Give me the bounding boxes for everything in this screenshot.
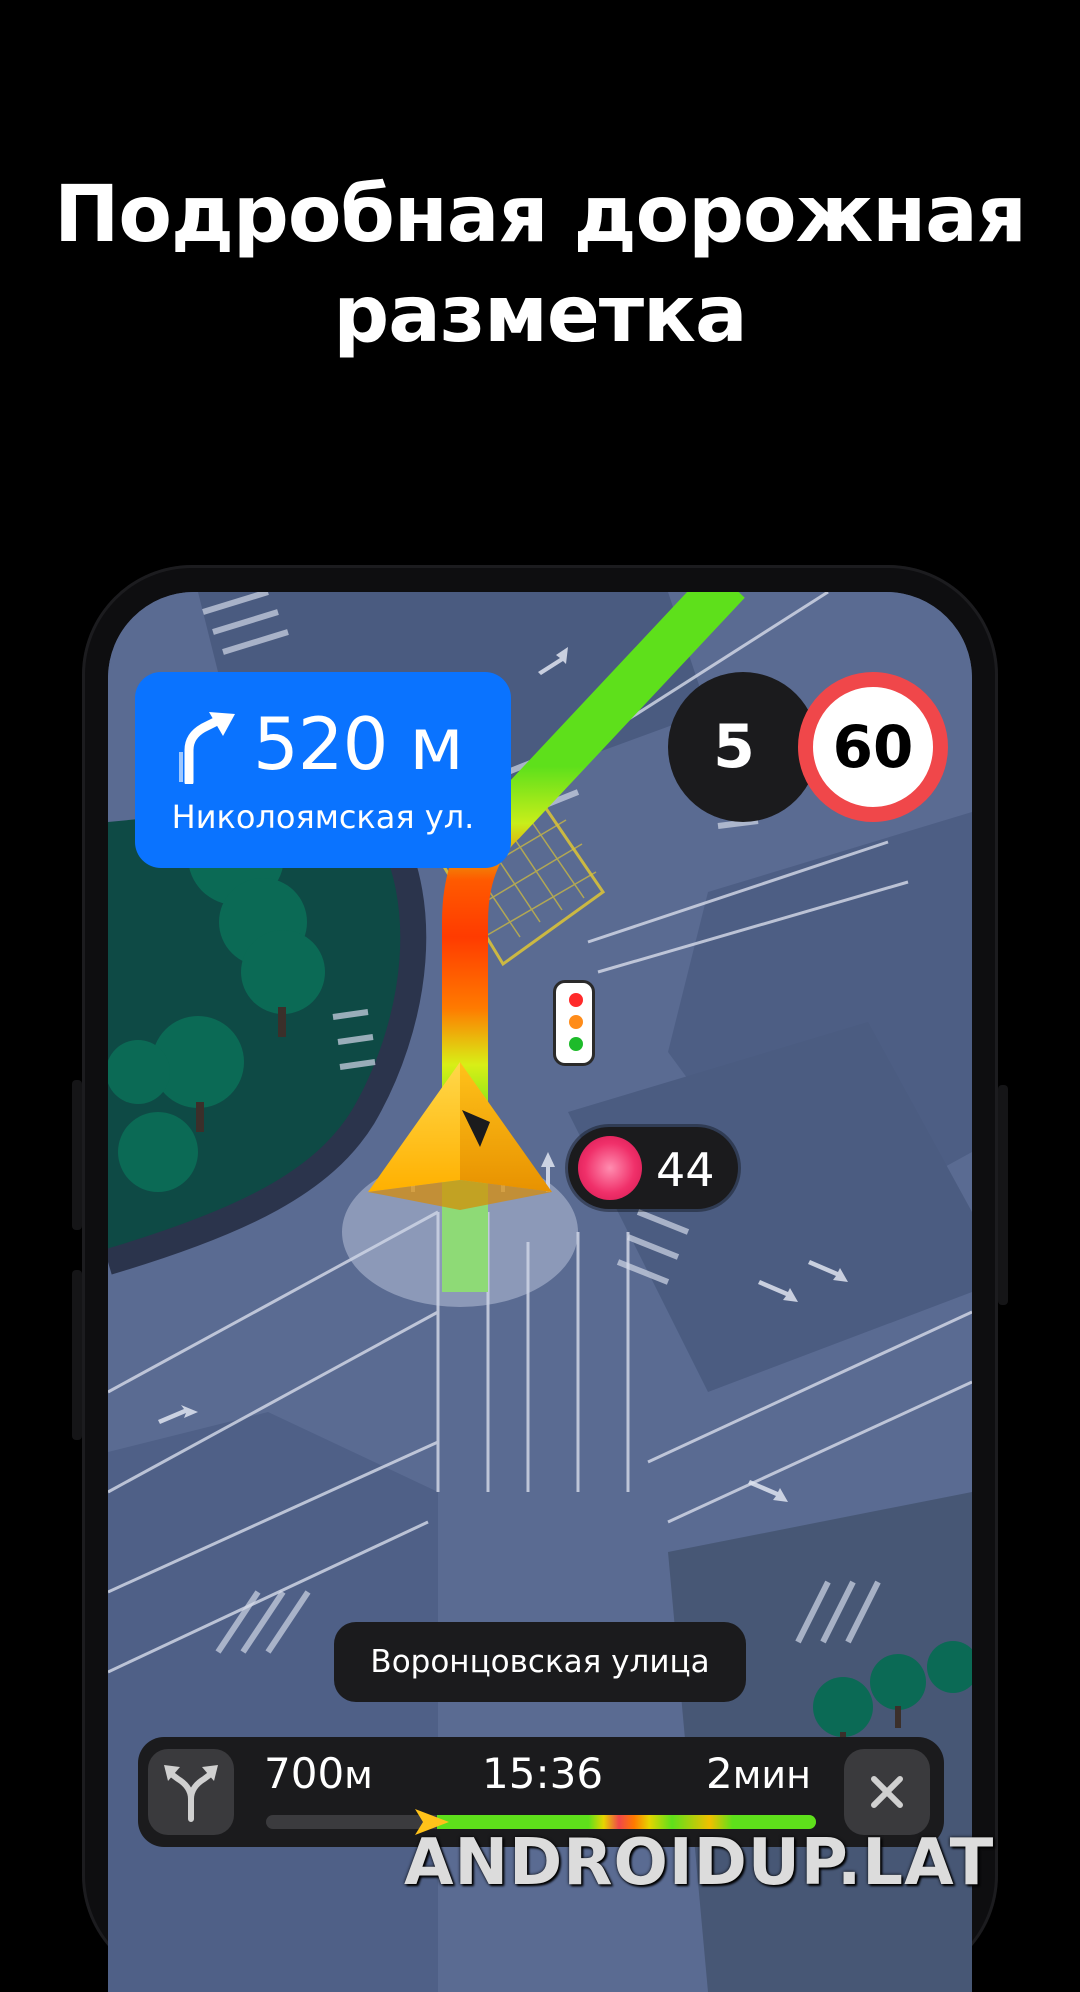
maneuver-distance: 520 м — [253, 702, 464, 786]
close-route-button[interactable] — [844, 1749, 930, 1835]
map-block — [108, 1412, 438, 1992]
watermark: ANDROIDUP.LAT — [404, 1826, 995, 1900]
lane-count-badge: 5 — [668, 672, 818, 822]
remaining-distance-unit: м — [344, 1753, 373, 1797]
traffic-light-icon — [553, 980, 595, 1066]
fork-route-icon — [164, 1765, 218, 1822]
phone-screen: 520 м Николоямская ул. 5 60 44 Воронцовс… — [108, 592, 972, 1992]
remaining-time-unit: мин — [732, 1753, 811, 1797]
phone-side-button — [998, 1085, 1008, 1305]
speed-limit-sign: 60 — [798, 672, 948, 822]
headline-line-2: разметка — [333, 270, 747, 360]
speed-limit-value: 60 — [832, 713, 914, 781]
phone-side-button — [72, 1270, 82, 1440]
headline-line-1: Подробная дорожная — [54, 170, 1027, 260]
headline: Подробная дорожная разметка — [0, 165, 1080, 365]
maneuver-panel[interactable]: 520 м Николоямская ул. — [135, 672, 511, 868]
current-street-label: Воронцовская улица — [334, 1622, 746, 1702]
turn-right-icon — [179, 712, 235, 784]
route-options-button[interactable] — [148, 1749, 234, 1835]
close-icon — [871, 1776, 903, 1808]
remaining-distance: 700м — [264, 1749, 373, 1798]
maneuver-street: Николоямская ул. — [171, 798, 475, 836]
phone-side-button — [72, 1080, 82, 1230]
lane-count: 5 — [713, 712, 755, 782]
countdown-value: 44 — [656, 1143, 715, 1197]
arrival-time: 15:36 — [482, 1749, 604, 1798]
remaining-time: 2мин — [706, 1749, 811, 1798]
remaining-distance-value: 700 — [264, 1749, 345, 1798]
traffic-light-countdown: 44 — [568, 1127, 738, 1209]
red-light-icon — [578, 1136, 642, 1200]
remaining-time-value: 2 — [706, 1749, 733, 1798]
